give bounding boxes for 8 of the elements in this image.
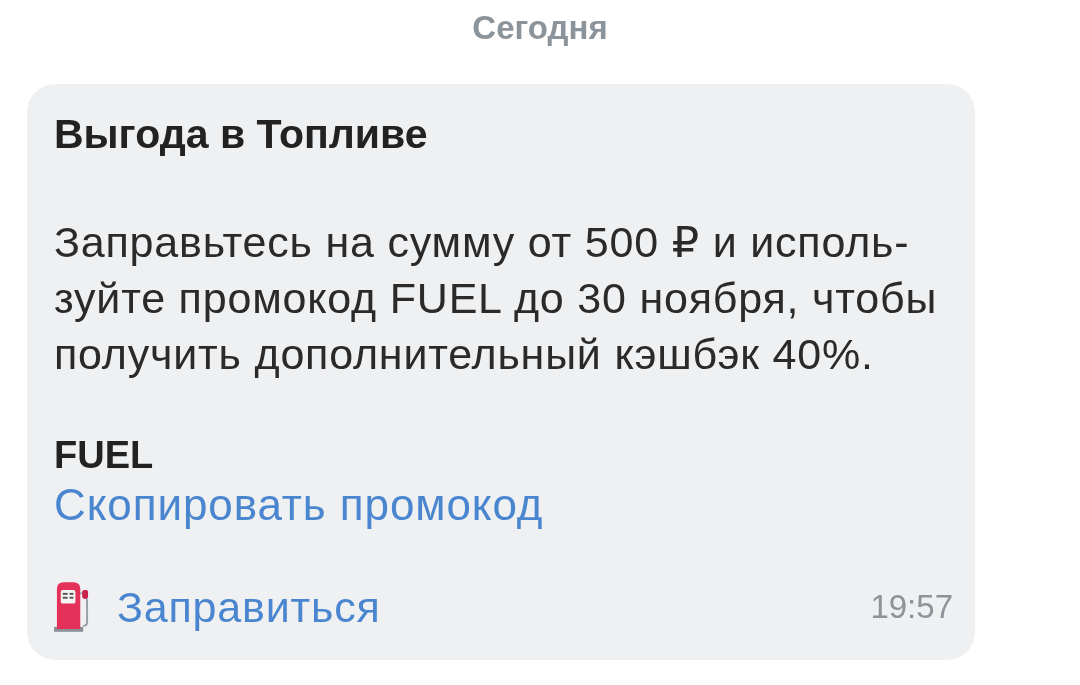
message-title: Выгода в Топливе [54,110,428,158]
promo-code: FUEL [54,434,154,476]
copy-promo-link[interactable]: Скопировать промокод [54,481,544,529]
message-time: 19:57 [870,586,953,627]
message-body: Заправьтесь на сумму от 500 ₽ и исполь- зуйте промокод FUEL до 30 ноября, чтобы получить дополнительный кэшбэк 40%. [54,217,938,380]
date-divider: Сегодня [472,8,608,48]
refuel-button[interactable]: Заправиться [54,581,381,632]
fuel-pump-icon [54,581,90,632]
